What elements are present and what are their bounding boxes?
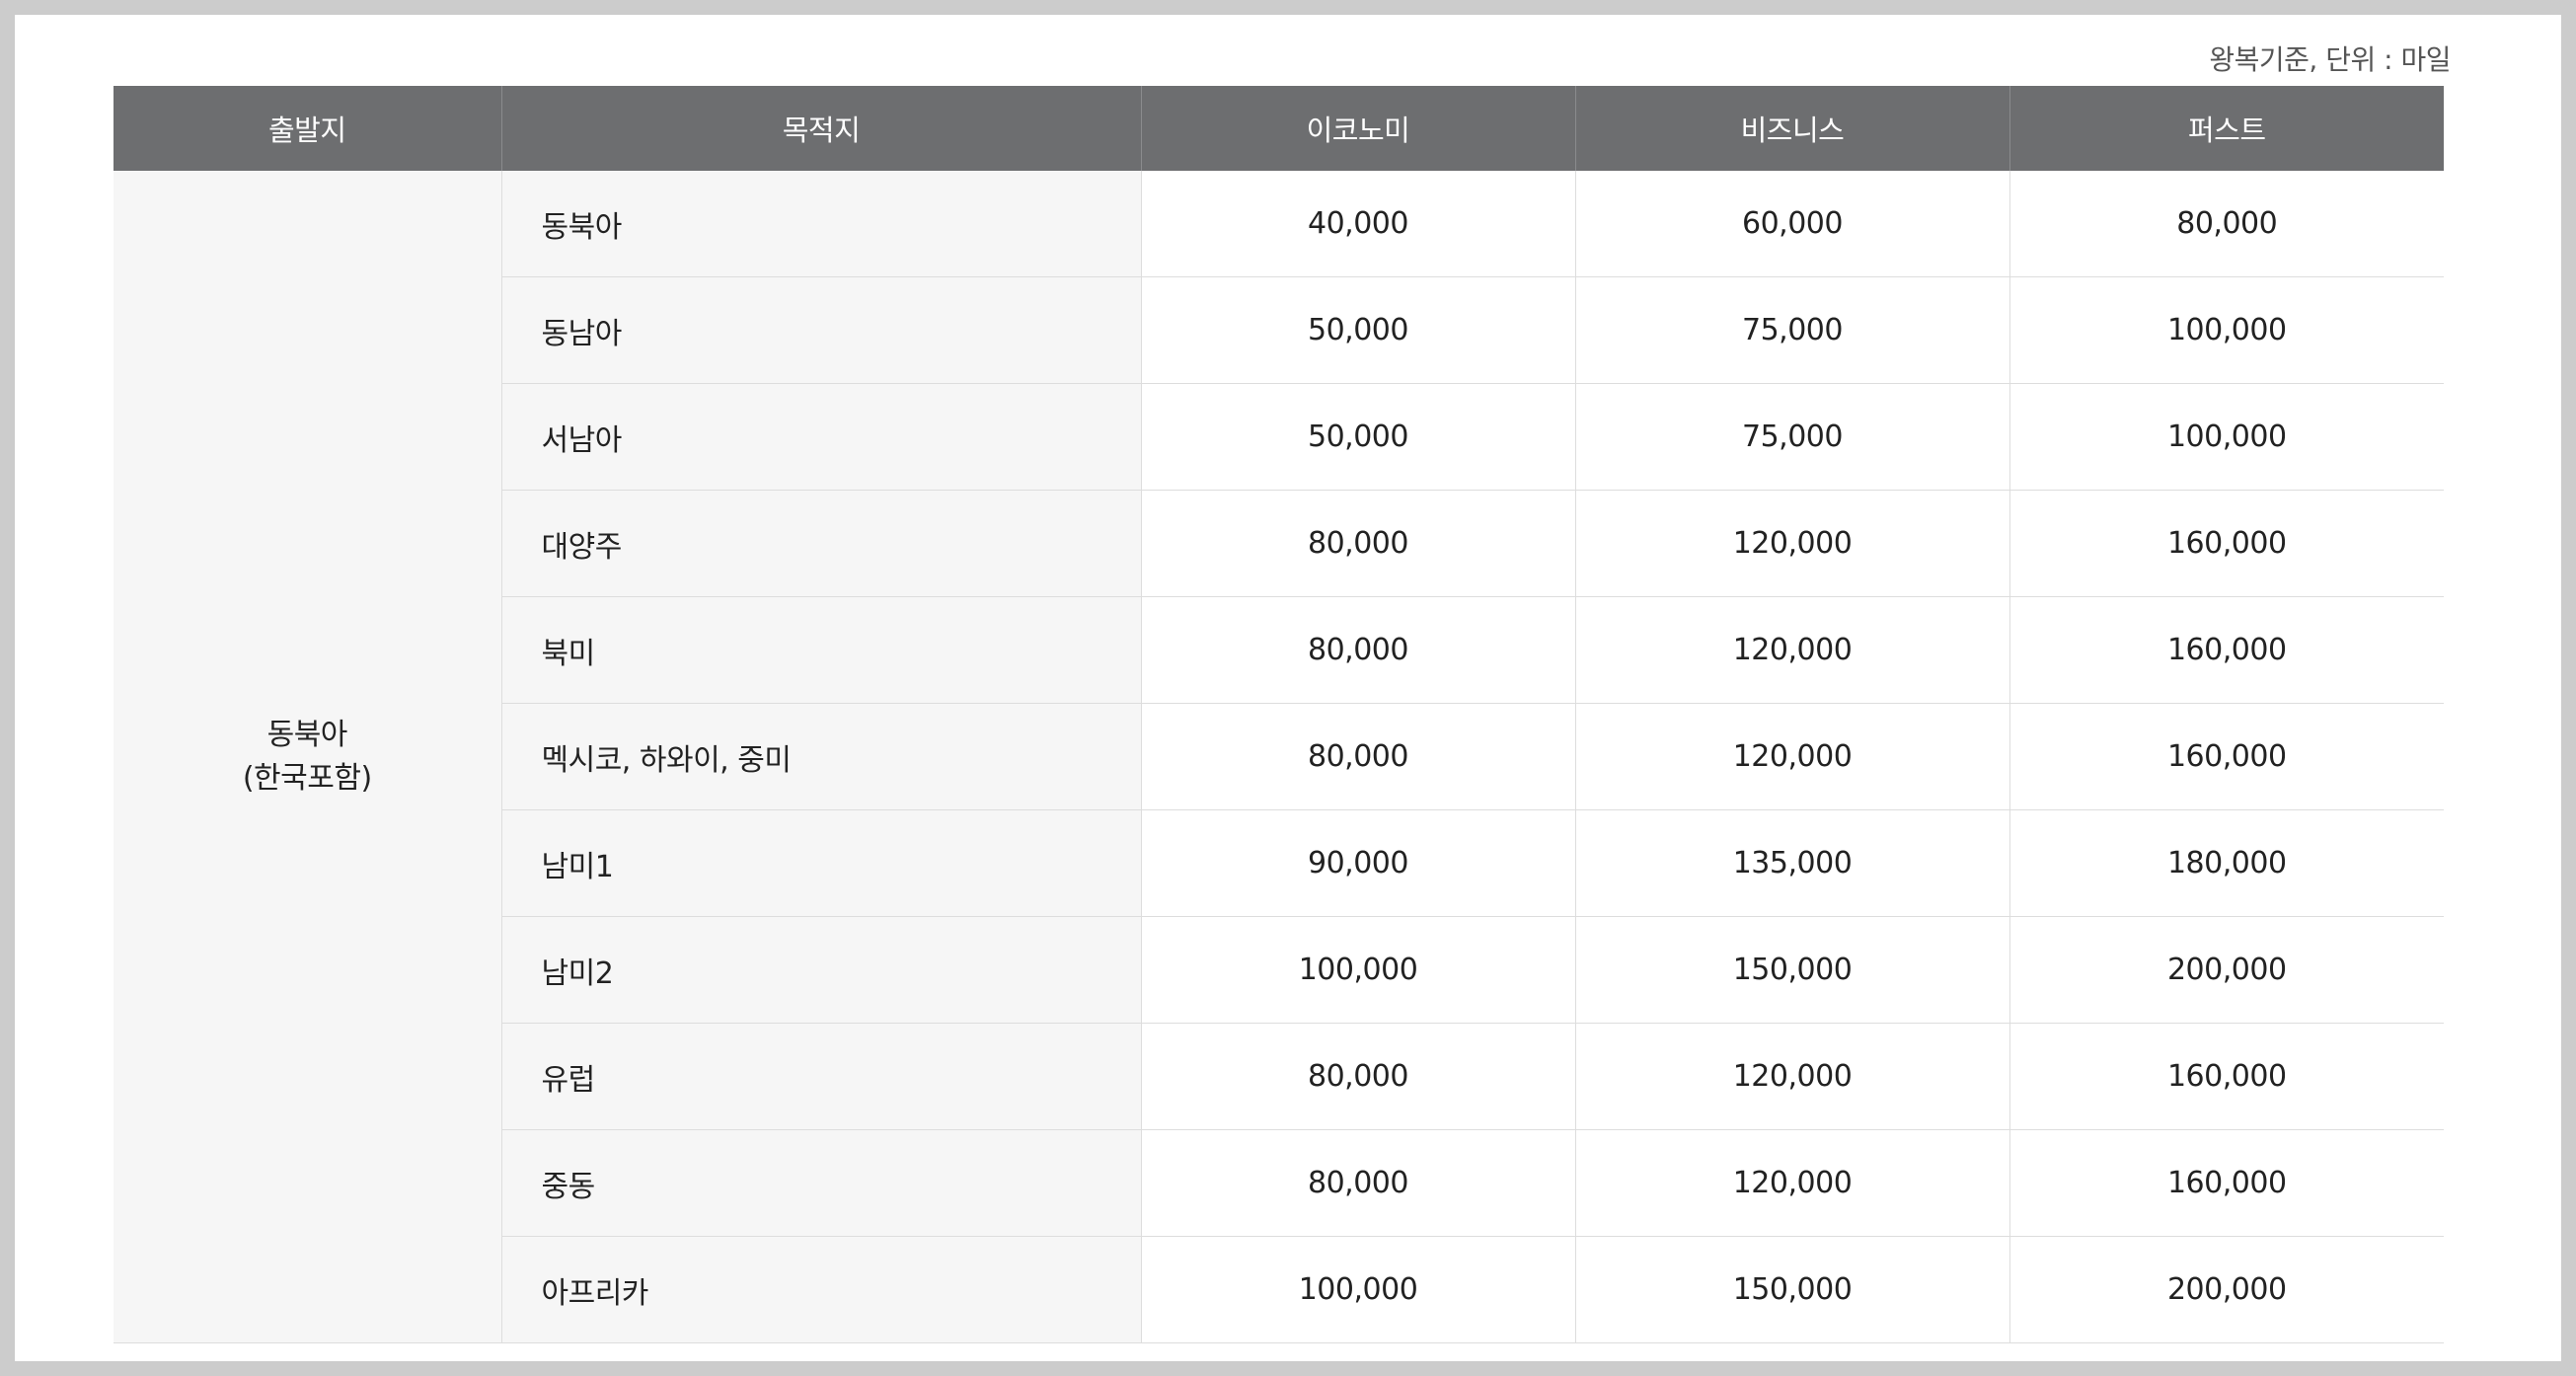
business-cell: 120,000	[1574, 1023, 2009, 1130]
first-cell: 160,000	[2008, 703, 2444, 810]
business-cell: 60,000	[1574, 171, 2009, 277]
mileage-table: 출발지 목적지 이코노미 비즈니스 퍼스트 동북아 (한국포함) 동북아 40,…	[114, 86, 2444, 1343]
economy-cell: 90,000	[1140, 809, 1575, 917]
destination-cell: 동남아	[500, 276, 1141, 384]
origin-cell: 동북아 (한국포함)	[114, 171, 501, 1343]
origin-name: 동북아	[266, 717, 348, 752]
header-business: 비즈니스	[1574, 86, 2009, 171]
business-cell: 150,000	[1574, 916, 2009, 1024]
economy-cell: 80,000	[1140, 490, 1575, 597]
economy-cell: 100,000	[1140, 1236, 1575, 1343]
content-frame: 왕복기준, 단위 : 마일 출발지 목적지 이코노미 비즈니스 퍼스트 동북아 …	[15, 15, 2561, 1361]
destination-cell: 남미2	[500, 916, 1141, 1024]
table-row: 동북아 (한국포함) 동북아 40,000 60,000 80,000	[114, 171, 2444, 1343]
economy-cell: 100,000	[1140, 916, 1575, 1024]
business-cell: 150,000	[1574, 1236, 2009, 1343]
first-cell: 160,000	[2008, 1023, 2444, 1130]
economy-cell: 40,000	[1140, 171, 1575, 277]
first-cell: 160,000	[2008, 596, 2444, 704]
business-cell: 135,000	[1574, 809, 2009, 917]
first-cell: 200,000	[2008, 1236, 2444, 1343]
header-first: 퍼스트	[2008, 86, 2444, 171]
destination-cell: 대양주	[500, 490, 1141, 597]
economy-cell: 50,000	[1140, 383, 1575, 491]
destination-cell: 중동	[500, 1129, 1141, 1237]
destination-cell: 아프리카	[500, 1236, 1141, 1343]
first-cell: 200,000	[2008, 916, 2444, 1024]
unit-note: 왕복기준, 단위 : 마일	[2209, 43, 2451, 76]
business-cell: 120,000	[1574, 1129, 2009, 1237]
table-header-row: 출발지 목적지 이코노미 비즈니스 퍼스트	[114, 86, 2444, 171]
destination-cell: 서남아	[500, 383, 1141, 491]
first-cell: 160,000	[2008, 1129, 2444, 1237]
first-cell: 160,000	[2008, 490, 2444, 597]
business-cell: 120,000	[1574, 596, 2009, 704]
header-economy: 이코노미	[1140, 86, 1575, 171]
first-cell: 180,000	[2008, 809, 2444, 917]
first-cell: 80,000	[2008, 171, 2444, 277]
economy-cell: 80,000	[1140, 703, 1575, 810]
economy-cell: 80,000	[1140, 596, 1575, 704]
destination-cell: 유럽	[500, 1023, 1141, 1130]
destination-cell: 동북아	[500, 171, 1141, 277]
table-body: 동북아 (한국포함) 동북아 40,000 60,000 80,000 동남아 …	[114, 171, 2444, 1343]
business-cell: 120,000	[1574, 490, 2009, 597]
business-cell: 75,000	[1574, 383, 2009, 491]
first-cell: 100,000	[2008, 276, 2444, 384]
business-cell: 75,000	[1574, 276, 2009, 384]
economy-cell: 80,000	[1140, 1129, 1575, 1237]
economy-cell: 80,000	[1140, 1023, 1575, 1130]
destination-cell: 남미1	[500, 809, 1141, 917]
economy-cell: 50,000	[1140, 276, 1575, 384]
origin-note: (한국포함)	[242, 760, 372, 796]
header-origin: 출발지	[114, 86, 501, 171]
destination-cell: 북미	[500, 596, 1141, 704]
destination-cell: 멕시코, 하와이, 중미	[500, 703, 1141, 810]
business-cell: 120,000	[1574, 703, 2009, 810]
first-cell: 100,000	[2008, 383, 2444, 491]
header-destination: 목적지	[500, 86, 1141, 171]
